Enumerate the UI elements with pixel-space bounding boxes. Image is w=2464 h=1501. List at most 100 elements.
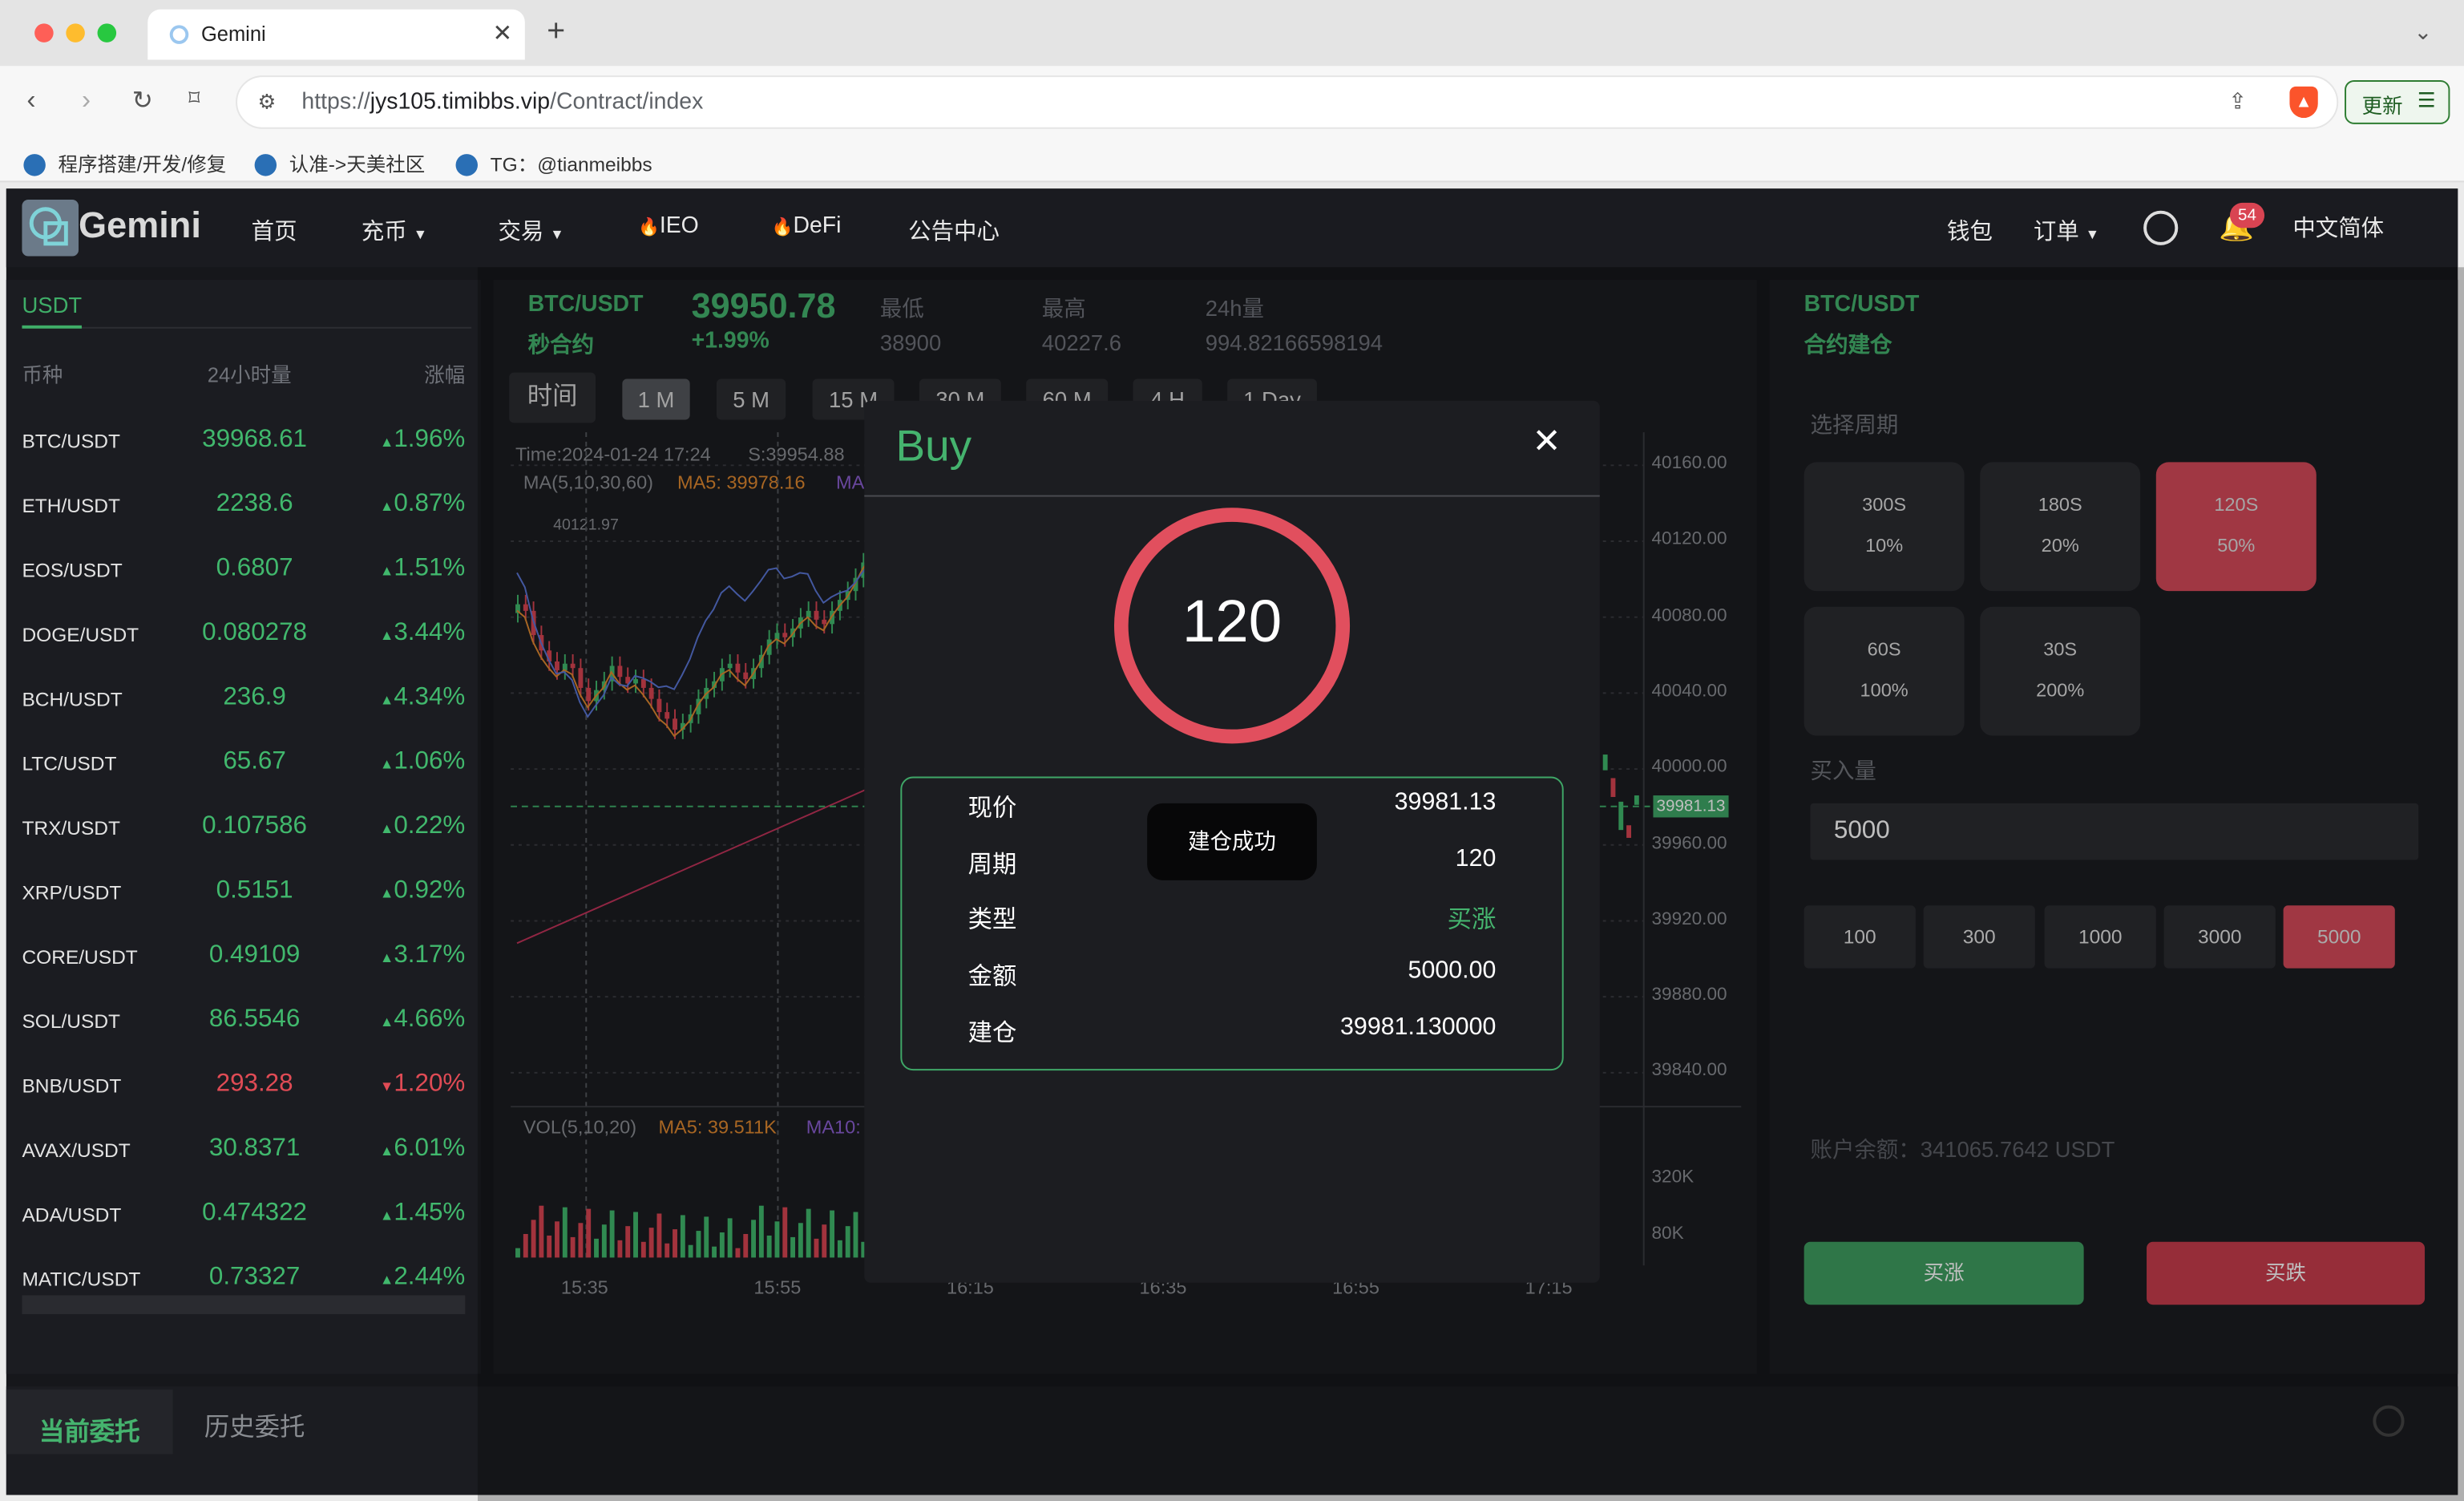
gemini-logo-icon[interactable]	[22, 199, 79, 257]
market-price: 0.080278	[202, 619, 308, 646]
arrow-up-icon: ▲	[379, 884, 394, 901]
market-row[interactable]: BNB/USDT 293.28 ▼1.20%	[6, 1054, 481, 1118]
update-button[interactable]: 更新 ☰	[2345, 79, 2450, 124]
nav-orders[interactable]: 订单 ▼	[2034, 214, 2099, 247]
info-value: 5000.00	[1408, 957, 1497, 985]
forward-icon[interactable]: ›	[82, 85, 91, 116]
menu-icon: ☰	[2417, 87, 2436, 112]
minimize-window-button[interactable]	[66, 23, 85, 42]
divider	[22, 326, 472, 329]
update-label: 更新	[2361, 94, 2403, 119]
market-row[interactable]: BTC/USDT 39968.61 ▲1.96%	[6, 409, 481, 473]
market-price: 0.107586	[202, 812, 308, 840]
market-row[interactable]: BCH/USDT 236.9 ▲4.34%	[6, 666, 481, 730]
market-row[interactable]: ETH/USDT 2238.6 ▲0.87%	[6, 473, 481, 537]
url-text[interactable]: https://jys105.timibbs.vip/Contract/inde…	[301, 90, 703, 115]
tab-usdt[interactable]: USDT	[22, 293, 82, 318]
bookmark-favicon-icon	[455, 154, 478, 176]
brave-shield-icon[interactable]: ▲	[2289, 86, 2318, 119]
close-icon[interactable]: ✕	[1532, 421, 1561, 462]
dropdown-arrow-icon: ▼	[550, 226, 564, 242]
arrow-up-icon: ▲	[379, 756, 394, 772]
market-price: 30.8371	[208, 1135, 301, 1162]
bookmark-item[interactable]: 认准->天美社区	[254, 148, 425, 177]
market-symbol: DOGE/USDT	[22, 624, 139, 646]
market-change: ▲2.44%	[379, 1264, 466, 1291]
market-change: ▲1.51%	[379, 555, 466, 582]
nav-home[interactable]: 首页	[252, 214, 297, 247]
market-row[interactable]: SOL/USDT 86.5546 ▲4.66%	[6, 989, 481, 1053]
market-symbol: CORE/USDT	[22, 946, 138, 969]
market-price: 65.67	[223, 748, 286, 775]
arrow-up-icon: ▲	[379, 1013, 394, 1030]
reload-icon[interactable]: ↻	[132, 85, 153, 116]
new-tab-icon[interactable]: +	[547, 14, 565, 51]
back-icon[interactable]: ‹	[26, 85, 35, 116]
market-price: 0.73327	[208, 1264, 301, 1291]
arrow-up-icon: ▲	[379, 820, 394, 836]
arrow-up-icon: ▲	[379, 562, 394, 579]
market-change: ▲0.87%	[379, 490, 466, 518]
market-row[interactable]: AVAX/USDT 30.8371 ▲6.01%	[6, 1118, 481, 1182]
market-price: 0.5151	[216, 876, 293, 904]
market-list-panel: USDT 币种 24小时量 涨幅 BTC/USDT 39968.61 ▲1.96% E…	[6, 279, 481, 1374]
bookmark-icon[interactable]: ⌑	[188, 85, 200, 111]
market-change: ▲3.17%	[379, 941, 466, 969]
tab-close-icon[interactable]: ✕	[492, 19, 512, 47]
market-row[interactable]: ADA/USDT 0.474322 ▲1.45%	[6, 1182, 481, 1246]
nav-defi[interactable]: 🔥DeFi	[772, 214, 842, 239]
info-key: 周期	[967, 851, 1017, 879]
bookmark-item[interactable]: 程序搭建/开发/修复	[23, 148, 226, 177]
nav-deposit[interactable]: 充币 ▼	[362, 214, 427, 247]
market-change: ▲0.92%	[379, 876, 466, 904]
market-price: 86.5546	[208, 1005, 301, 1034]
nav-announcements[interactable]: 公告中心	[908, 214, 1000, 247]
market-row[interactable]: DOGE/USDT 0.080278 ▲3.44%	[6, 602, 481, 666]
close-window-button[interactable]	[34, 23, 54, 42]
nav-trade[interactable]: 交易 ▼	[498, 214, 563, 247]
market-row[interactable]: XRP/USDT 0.5151 ▲0.92%	[6, 860, 481, 924]
arrow-up-icon: ▲	[379, 498, 394, 515]
share-icon[interactable]: ⇪	[2228, 88, 2247, 115]
zoom-window-button[interactable]	[97, 23, 117, 42]
bookmark-item[interactable]: TG：@tianmeibbs	[455, 148, 652, 177]
horizontal-scrollbar[interactable]	[22, 1295, 466, 1314]
market-symbol: AVAX/USDT	[22, 1139, 131, 1162]
fire-icon: 🔥	[637, 218, 660, 238]
market-symbol: EOS/USDT	[22, 559, 123, 582]
info-value: 39981.130000	[1340, 1013, 1497, 1041]
market-price: 0.474322	[202, 1199, 308, 1227]
col-header-change: 涨幅	[424, 362, 466, 387]
market-row[interactable]: LTC/USDT 65.67 ▲1.06%	[6, 731, 481, 795]
tab-current-orders[interactable]: 当前委托	[39, 1410, 140, 1448]
nav-ieo[interactable]: 🔥IEO	[638, 214, 699, 239]
market-price: 39968.61	[202, 426, 308, 453]
dropdown-arrow-icon: ▼	[413, 226, 428, 242]
site-logo-text[interactable]: Gemini	[79, 204, 201, 247]
modal-title: Buy	[895, 421, 972, 471]
tab-favicon-icon	[169, 25, 189, 44]
market-price: 236.9	[223, 683, 286, 711]
user-avatar-icon[interactable]	[2143, 210, 2179, 245]
market-row[interactable]: CORE/USDT 0.49109 ▲3.17%	[6, 924, 481, 989]
browser-tab[interactable]: Gemini ✕	[147, 9, 525, 60]
market-change: ▲1.45%	[379, 1199, 466, 1227]
market-change: ▲1.06%	[379, 748, 466, 775]
market-price: 293.28	[216, 1070, 293, 1098]
info-key: 金额	[967, 963, 1017, 991]
site-info-icon[interactable]: ⚙	[258, 90, 277, 115]
market-symbol: BTC/USDT	[22, 431, 120, 453]
market-row[interactable]: EOS/USDT 0.6807 ▲1.51%	[6, 537, 481, 601]
nav-wallet[interactable]: 钱包	[1947, 214, 1993, 247]
market-price: 2238.6	[216, 490, 293, 518]
market-row[interactable]: TRX/USDT 0.107586 ▲0.22%	[6, 795, 481, 860]
info-key: 建仓	[967, 1019, 1017, 1047]
arrow-up-icon: ▲	[379, 691, 394, 708]
language-selector[interactable]: 中文简体	[2292, 211, 2384, 244]
fire-icon: 🔥	[771, 218, 794, 238]
market-symbol: XRP/USDT	[22, 881, 122, 904]
tab-history-orders[interactable]: 历史委托	[204, 1406, 305, 1443]
col-header-volume: 24小时量	[207, 362, 292, 387]
market-change: ▲6.01%	[379, 1135, 466, 1162]
tab-list-chevron-icon[interactable]: ⌄	[2414, 19, 2432, 46]
